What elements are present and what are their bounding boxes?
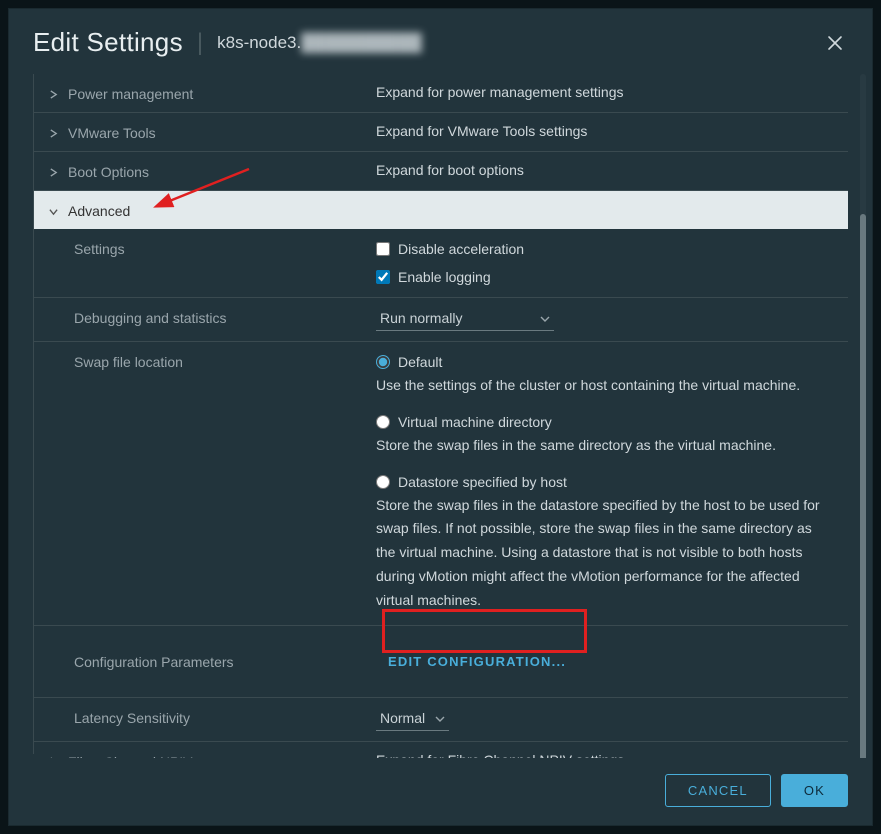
edit-configuration-button[interactable]: EDIT CONFIGURATION... — [376, 644, 578, 679]
radio-description: Store the swap files in the same directo… — [376, 434, 832, 472]
checkbox-label: Enable logging — [398, 269, 491, 285]
row-label: Power management — [68, 86, 193, 102]
row-value: Expand for boot options — [376, 162, 848, 178]
edit-settings-dialog: Edit Settings | k8s-node3.██████████ Pow… — [8, 8, 873, 826]
scrollbar-thumb[interactable] — [860, 214, 866, 758]
row-label: Fibre Channel NPIV — [68, 754, 193, 758]
row-label: Debugging and statistics — [74, 310, 227, 326]
row-vmware-tools[interactable]: VMware Tools Expand for VMware Tools set… — [34, 113, 848, 152]
ok-button[interactable]: OK — [781, 774, 848, 807]
row-value: Expand for power management settings — [376, 84, 848, 100]
row-fibre-channel-npiv[interactable]: Fibre Channel NPIV Expand for Fibre Chan… — [34, 742, 848, 758]
dialog-footer: CANCEL OK — [9, 758, 872, 825]
row-label: VMware Tools — [68, 125, 156, 141]
chevron-right-icon — [46, 90, 60, 99]
title-divider: | — [197, 29, 203, 57]
row-label: Settings — [74, 241, 125, 257]
row-label: Advanced — [68, 203, 130, 219]
row-label: Latency Sensitivity — [74, 710, 190, 726]
chevron-right-icon — [46, 757, 60, 758]
row-power-management[interactable]: Power management Expand for power manage… — [34, 74, 848, 113]
radio-description: Use the settings of the cluster or host … — [376, 374, 832, 412]
row-advanced[interactable]: Advanced — [34, 191, 848, 229]
row-boot-options[interactable]: Boot Options Expand for boot options — [34, 152, 848, 191]
row-swap-file-location: Swap file location Default Use the setti… — [34, 342, 848, 626]
row-settings: Settings Disable acceleration Enable log… — [34, 229, 848, 298]
chevron-down-icon — [46, 207, 60, 216]
swap-dshost-radio[interactable] — [376, 475, 390, 489]
chevron-down-icon — [540, 311, 550, 327]
row-label: Swap file location — [74, 354, 183, 370]
radio-label: Virtual machine directory — [398, 414, 552, 430]
debugging-select[interactable]: Run normally — [376, 308, 554, 331]
swap-default-radio[interactable] — [376, 355, 390, 369]
row-latency-sensitivity: Latency Sensitivity Normal — [34, 698, 848, 742]
dialog-body: Power management Expand for power manage… — [9, 74, 872, 758]
chevron-right-icon — [46, 129, 60, 138]
select-value: Run normally — [380, 310, 462, 326]
close-icon[interactable] — [822, 30, 848, 56]
vm-name-redacted: ██████████ — [301, 33, 421, 52]
swap-vmdir-radio[interactable] — [376, 415, 390, 429]
dialog-header: Edit Settings | k8s-node3.██████████ — [9, 9, 872, 74]
radio-description: Store the swap files in the datastore sp… — [376, 494, 832, 615]
vm-name: k8s-node3.██████████ — [217, 33, 422, 53]
radio-label: Datastore specified by host — [398, 474, 567, 490]
row-configuration-parameters: Configuration Parameters EDIT CONFIGURAT… — [34, 626, 848, 698]
checkbox-label: Disable acceleration — [398, 241, 524, 257]
cancel-button[interactable]: CANCEL — [665, 774, 771, 807]
dialog-title: Edit Settings — [33, 27, 183, 58]
disable-acceleration-checkbox[interactable] — [376, 242, 390, 256]
select-value: Normal — [380, 710, 425, 726]
row-label: Configuration Parameters — [74, 654, 234, 670]
row-value: Expand for Fibre Channel NPIV settings — [376, 752, 848, 758]
row-label: Boot Options — [68, 164, 149, 180]
chevron-down-icon — [435, 711, 445, 727]
chevron-right-icon — [46, 168, 60, 177]
settings-scroll-area: Power management Expand for power manage… — [33, 74, 848, 754]
radio-label: Default — [398, 354, 442, 370]
row-value: Expand for VMware Tools settings — [376, 123, 848, 139]
enable-logging-checkbox[interactable] — [376, 270, 390, 284]
latency-select[interactable]: Normal — [376, 708, 449, 731]
row-debugging-statistics: Debugging and statistics Run normally — [34, 298, 848, 342]
vm-name-prefix: k8s-node3. — [217, 33, 301, 52]
